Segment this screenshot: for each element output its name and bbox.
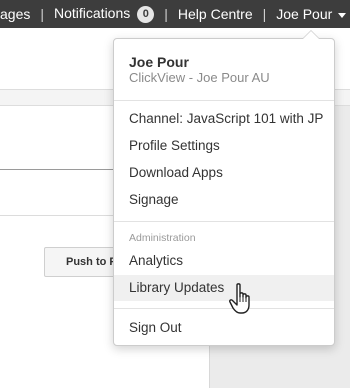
messages-link[interactable]: ages (0, 6, 30, 22)
menu-item-profile-settings[interactable]: Profile Settings (114, 133, 334, 159)
notifications-label: Notifications (54, 5, 131, 22)
menu-divider (114, 308, 334, 309)
hand-pointer-icon (229, 282, 257, 321)
menu-item-analytics[interactable]: Analytics (114, 248, 334, 274)
menu-divider (114, 100, 334, 101)
notifications-link[interactable]: Notifications 0 (54, 5, 155, 23)
administration-section-label: Administration (129, 232, 196, 244)
menu-item-sign-out[interactable]: Sign Out (114, 315, 334, 341)
dropdown-user-account: ClickView - Joe Pour AU (129, 70, 270, 85)
nav-separator: | (40, 6, 44, 22)
top-nav-bar: ages | Notifications 0 | Help Centre | Jo… (0, 0, 350, 28)
nav-separator: | (262, 6, 267, 22)
help-centre-link[interactable]: Help Centre (178, 6, 253, 22)
menu-divider (114, 221, 334, 222)
menu-item-signage[interactable]: Signage (114, 187, 334, 213)
user-menu-label: Joe Pour (276, 6, 333, 22)
dropdown-user-name: Joe Pour (129, 54, 189, 70)
user-dropdown-menu: Joe Pour ClickView - Joe Pour AU Channel… (113, 30, 335, 346)
user-menu-toggle[interactable]: Joe Pour (276, 6, 347, 22)
dropdown-arrow-fill (303, 31, 319, 39)
nav-separator: | (164, 6, 168, 22)
menu-item-library-updates[interactable]: Library Updates (114, 275, 334, 301)
notifications-count-badge: 0 (137, 5, 155, 23)
menu-item-download-apps[interactable]: Download Apps (114, 160, 334, 186)
caret-down-icon (338, 12, 347, 18)
menu-item-channel[interactable]: Channel: JavaScript 101 with JP (114, 106, 334, 132)
